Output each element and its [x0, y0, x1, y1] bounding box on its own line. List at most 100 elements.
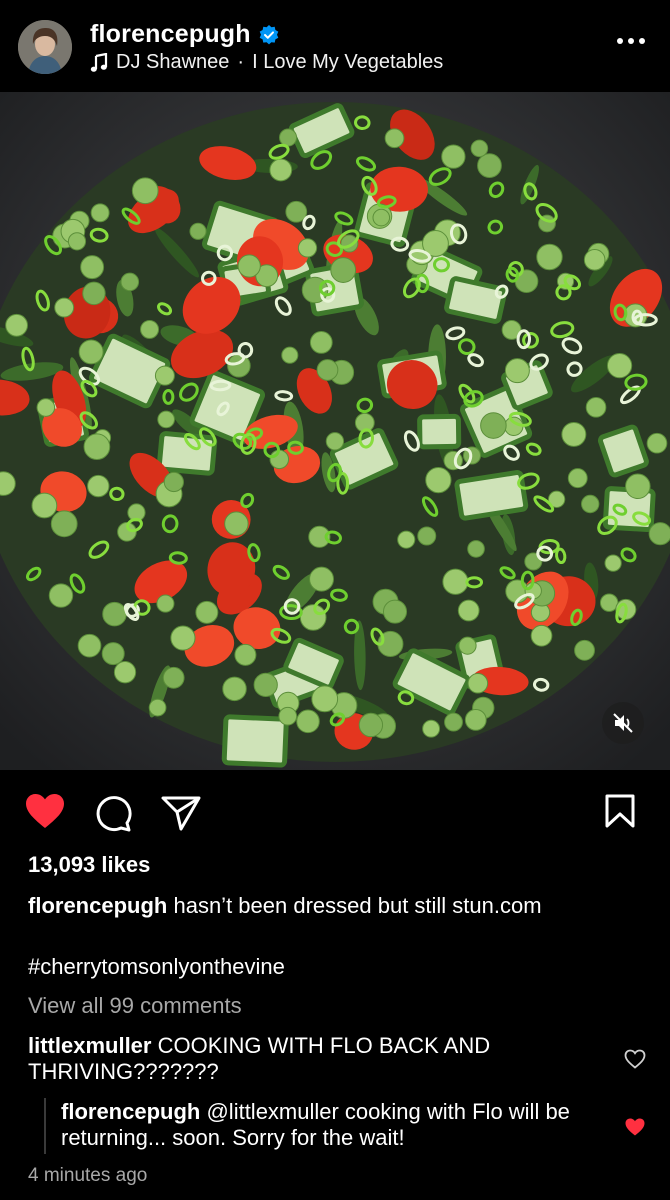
pea: [80, 255, 105, 280]
pea: [170, 625, 196, 651]
pea: [281, 346, 299, 364]
hashtag-link[interactable]: #cherrytomsonlyonthevine: [28, 954, 285, 980]
post-header: florencepugh DJ Shawnee · I Love My Vege…: [0, 0, 670, 92]
pea: [309, 566, 334, 592]
pea: [625, 473, 651, 500]
pea: [372, 208, 391, 227]
pea: [444, 712, 463, 732]
view-all-comments-link[interactable]: View all 99 comments: [28, 993, 242, 1019]
pea: [574, 639, 595, 661]
pea: [253, 672, 278, 697]
pea: [54, 297, 75, 318]
pea: [442, 568, 469, 595]
pea: [279, 128, 298, 147]
salad-photo: [0, 92, 670, 770]
audio-artist: DJ Shawnee: [116, 51, 230, 73]
speaker-muted-icon: [613, 713, 633, 733]
pea: [325, 432, 345, 451]
pea: [5, 313, 28, 337]
avatar[interactable]: [18, 20, 72, 74]
pea: [606, 353, 633, 379]
reply-like-button[interactable]: [624, 1117, 646, 1137]
pea: [311, 685, 339, 713]
pea: [156, 594, 175, 613]
pea: [195, 600, 219, 624]
pea: [222, 676, 247, 702]
pea: [330, 257, 357, 283]
post-username[interactable]: florencepugh: [90, 20, 251, 49]
pea: [425, 466, 452, 494]
pea: [470, 139, 489, 158]
post-media[interactable]: [0, 92, 670, 770]
pea: [397, 530, 416, 549]
cucumber-chunk: [417, 413, 462, 450]
pea: [458, 636, 477, 655]
comment-like-button[interactable]: [624, 1049, 646, 1069]
pea: [467, 540, 485, 558]
pea: [131, 177, 159, 205]
pea: [296, 709, 320, 734]
pea: [464, 708, 487, 731]
pea: [278, 706, 298, 726]
pea: [309, 331, 333, 354]
pea: [297, 238, 318, 258]
like-button[interactable]: [24, 792, 66, 830]
pea: [422, 719, 441, 738]
pea: [599, 593, 619, 612]
pea: [162, 666, 185, 689]
pea: [31, 492, 58, 519]
pea: [90, 203, 110, 223]
pea: [581, 494, 600, 514]
audio-attribution[interactable]: DJ Shawnee · I Love My Vegetables: [90, 51, 443, 74]
mute-button[interactable]: [602, 702, 644, 744]
pea: [237, 254, 261, 278]
pea: [78, 339, 104, 365]
pea: [567, 468, 588, 489]
reply-item: florencepugh @littlexmuller cooking with…: [61, 1099, 601, 1151]
pea: [269, 158, 293, 182]
pea: [148, 698, 167, 717]
comment-item: littlexmuller COOKING WITH FLO BACK AND …: [28, 1033, 588, 1085]
action-bar: [0, 780, 670, 840]
comment-button[interactable]: [94, 794, 132, 832]
likes-count[interactable]: 13,093 likes: [28, 852, 150, 878]
pea: [467, 672, 489, 694]
pea: [67, 232, 87, 251]
pea: [604, 554, 622, 572]
pea: [299, 604, 327, 631]
pea: [48, 583, 74, 608]
post-timestamp: 4 minutes ago: [28, 1165, 148, 1186]
music-note-icon: [90, 52, 108, 72]
reply-thread-line: [44, 1098, 46, 1154]
pea: [102, 601, 127, 627]
more-options-icon[interactable]: [616, 36, 646, 46]
pea: [36, 398, 56, 417]
pea: [417, 526, 437, 546]
share-button[interactable]: [160, 794, 202, 832]
pea: [536, 243, 563, 271]
pea: [140, 319, 160, 339]
pea: [530, 624, 553, 647]
pea: [648, 522, 670, 546]
pea: [77, 633, 102, 658]
pea: [189, 222, 207, 240]
save-button[interactable]: [604, 793, 636, 829]
pea: [234, 643, 257, 666]
pea: [224, 511, 249, 536]
pea: [646, 432, 668, 454]
pea: [480, 412, 507, 439]
pea: [163, 471, 184, 493]
pea: [83, 433, 111, 461]
comment-username[interactable]: littlexmuller: [28, 1033, 151, 1058]
pea: [120, 272, 140, 292]
pea: [441, 144, 466, 169]
reply-username[interactable]: florencepugh: [61, 1099, 200, 1124]
pea: [316, 359, 339, 381]
caption-username[interactable]: florencepugh: [28, 893, 167, 918]
pea: [384, 128, 405, 149]
pea: [358, 712, 384, 738]
caption-text: hasn’t been dressed but still stun.com: [173, 893, 542, 918]
pea: [477, 153, 502, 178]
pea: [561, 421, 587, 447]
audio-title: I Love My Vegetables: [252, 51, 444, 73]
